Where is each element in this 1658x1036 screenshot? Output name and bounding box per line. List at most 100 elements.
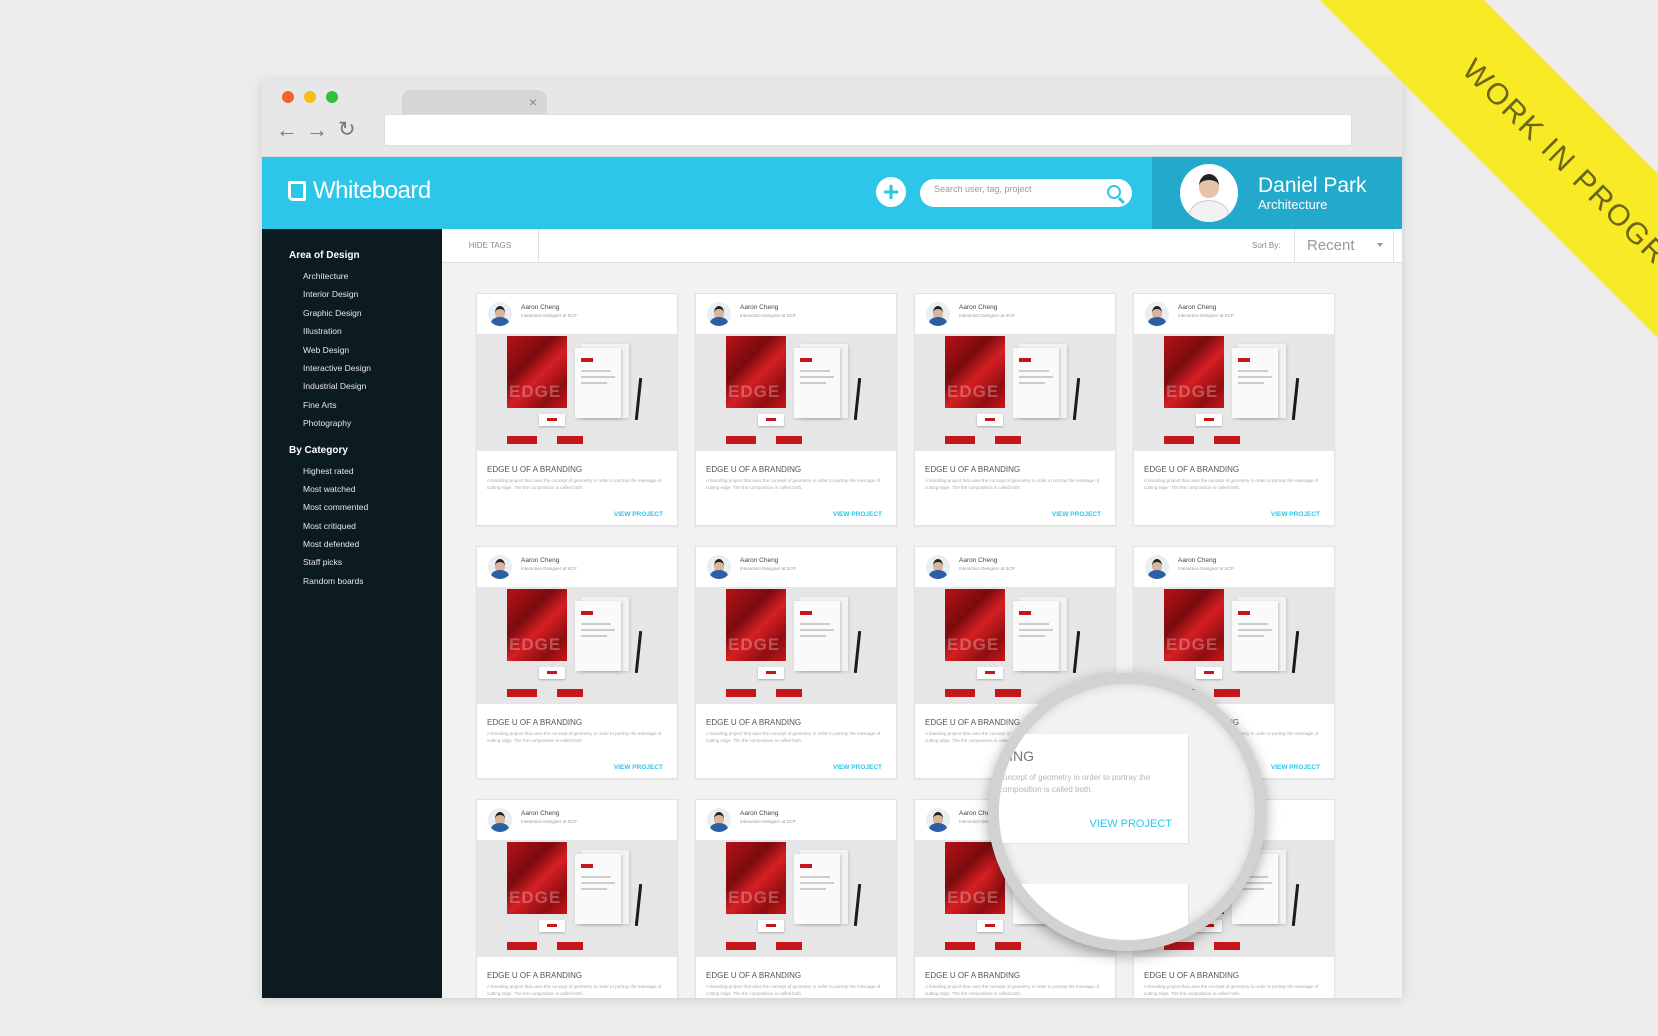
card-author[interactable]: Aaron Cheng xyxy=(959,557,997,564)
brand-stripe xyxy=(726,436,836,444)
card-title[interactable]: EDGE U OF A BRANDING xyxy=(925,465,1020,474)
view-project-link[interactable]: VIEW PROJECT xyxy=(1052,511,1101,518)
author-avatar[interactable] xyxy=(1145,302,1169,326)
author-avatar[interactable] xyxy=(926,555,950,579)
card-title[interactable]: EDGE U OF A BRANDING xyxy=(487,718,582,727)
card-title[interactable]: EDGE U OF A BRANDING xyxy=(925,718,1020,727)
card-author[interactable]: Aaron Cheng xyxy=(740,304,778,311)
close-window-button[interactable] xyxy=(282,91,294,103)
project-thumbnail[interactable]: EDGE xyxy=(696,334,896,451)
reload-icon[interactable]: ↻ xyxy=(338,118,356,142)
view-project-link[interactable]: VIEW PROJECT xyxy=(614,511,663,518)
view-project-link[interactable]: VIEW PROJECT xyxy=(1271,764,1320,771)
card-title[interactable]: EDGE U OF A BRANDING xyxy=(706,465,801,474)
project-card[interactable]: Aaron Cheng Interaction Designer at SCP ED… xyxy=(1133,293,1335,526)
card-author[interactable]: Aaron Cheng xyxy=(740,557,778,564)
card-author[interactable]: Aaron Cheng xyxy=(521,810,559,817)
sidebar-item-architecture[interactable]: Architecture xyxy=(303,267,442,285)
search-input[interactable] xyxy=(934,184,1094,194)
view-project-link[interactable]: VIEW PROJECT xyxy=(1271,511,1320,518)
sidebar-item-highest-rated[interactable]: Highest rated xyxy=(303,462,442,480)
author-avatar[interactable] xyxy=(707,302,731,326)
card-author[interactable]: Aaron Cheng xyxy=(1178,304,1216,311)
project-thumbnail[interactable]: EDGE xyxy=(1134,334,1334,451)
letterhead-front xyxy=(794,854,840,924)
poster-image: EDGE xyxy=(507,589,567,661)
view-project-link[interactable]: VIEW PROJECT xyxy=(614,764,663,771)
author-avatar[interactable] xyxy=(707,808,731,832)
author-avatar[interactable] xyxy=(1145,555,1169,579)
project-card[interactable]: Aaron Cheng Interaction Designer at SCP ED… xyxy=(914,293,1116,526)
project-thumbnail[interactable]: EDGE xyxy=(477,334,677,451)
sidebar-item-most-watched[interactable]: Most watched xyxy=(303,480,442,498)
search-box[interactable] xyxy=(920,179,1132,207)
project-card[interactable]: Aaron Cheng Interaction Designer at SCP ED… xyxy=(476,546,678,779)
sidebar-item-fine-arts[interactable]: Fine Arts xyxy=(303,396,442,414)
letterhead-line xyxy=(581,376,615,378)
card-author[interactable]: Aaron Cheng xyxy=(1178,557,1216,564)
sidebar-item-graphic-design[interactable]: Graphic Design xyxy=(303,304,442,322)
maximize-window-button[interactable] xyxy=(326,91,338,103)
sidebar-item-staff-picks[interactable]: Staff picks xyxy=(303,553,442,571)
card-author-role: Interaction Designer at SCP xyxy=(521,819,577,824)
letterhead-front xyxy=(1013,601,1059,671)
project-thumbnail[interactable]: EDGE xyxy=(477,840,677,957)
card-title[interactable]: EDGE U OF A BRANDING xyxy=(1144,971,1239,980)
card-title[interactable]: EDGE U OF A BRANDING xyxy=(706,971,801,980)
project-card[interactable]: Aaron Cheng Interaction Designer at SCP ED… xyxy=(476,293,678,526)
author-avatar[interactable] xyxy=(488,808,512,832)
forward-arrow-icon[interactable]: → xyxy=(306,118,328,142)
sort-dropdown[interactable]: Recent xyxy=(1294,229,1394,263)
card-title[interactable]: EDGE U OF A BRANDING xyxy=(925,971,1020,980)
magnified-view-project-link[interactable]: VIEW PROJECT xyxy=(1089,818,1172,830)
view-project-link[interactable]: VIEW PROJECT xyxy=(833,764,882,771)
logo[interactable]: Whiteboard xyxy=(288,177,431,205)
tab-close-icon[interactable]: × xyxy=(529,93,537,111)
author-avatar[interactable] xyxy=(926,808,950,832)
user-panel[interactable]: Daniel Park Architecture xyxy=(1152,157,1402,229)
project-thumbnail[interactable]: EDGE xyxy=(477,587,677,704)
browser-tab[interactable]: × xyxy=(402,90,547,116)
card-author[interactable]: Aaron Cheng xyxy=(959,304,997,311)
address-bar[interactable] xyxy=(384,114,1352,146)
author-avatar[interactable] xyxy=(707,555,731,579)
view-project-link[interactable]: VIEW PROJECT xyxy=(833,511,882,518)
card-description: A branding project that uses the concept… xyxy=(706,731,881,743)
sidebar-item-photography[interactable]: Photography xyxy=(303,414,442,432)
brand-stripe xyxy=(945,942,1055,950)
sidebar-item-illustration[interactable]: Illustration xyxy=(303,322,442,340)
project-card[interactable]: Aaron Cheng Interaction Designer at SCP ED… xyxy=(695,546,897,779)
card-author[interactable]: Aaron Cheng xyxy=(521,304,559,311)
sidebar-item-most-critiqued[interactable]: Most critiqued xyxy=(303,517,442,535)
add-project-button[interactable]: + xyxy=(876,177,906,207)
user-avatar[interactable] xyxy=(1180,164,1238,222)
letterhead-line xyxy=(800,623,830,625)
sidebar-item-web-design[interactable]: Web Design xyxy=(303,341,442,359)
author-avatar[interactable] xyxy=(926,302,950,326)
author-avatar[interactable] xyxy=(488,555,512,579)
project-card[interactable]: Aaron Cheng Interaction Designer at SCP ED… xyxy=(476,799,678,998)
card-title[interactable]: EDGE U OF A BRANDING xyxy=(706,718,801,727)
sidebar-item-most-defended[interactable]: Most defended xyxy=(303,535,442,553)
back-arrow-icon[interactable]: ← xyxy=(276,118,298,142)
brand-stripe xyxy=(945,689,1055,697)
sidebar-item-interactive-design[interactable]: Interactive Design xyxy=(303,359,442,377)
sidebar-item-most-commented[interactable]: Most commented xyxy=(303,498,442,516)
project-thumbnail[interactable]: EDGE xyxy=(915,334,1115,451)
sidebar-item-industrial-design[interactable]: Industrial Design xyxy=(303,377,442,395)
project-card[interactable]: Aaron Cheng Interaction Designer at SCP ED… xyxy=(695,799,897,998)
minimize-window-button[interactable] xyxy=(304,91,316,103)
card-title[interactable]: EDGE U OF A BRANDING xyxy=(1144,465,1239,474)
project-thumbnail[interactable]: EDGE xyxy=(696,840,896,957)
card-author[interactable]: Aaron Cheng xyxy=(740,810,778,817)
project-card[interactable]: Aaron Cheng Interaction Designer at SCP ED… xyxy=(695,293,897,526)
card-title[interactable]: EDGE U OF A BRANDING xyxy=(487,465,582,474)
sidebar-item-random-boards[interactable]: Random boards xyxy=(303,572,442,590)
card-title[interactable]: EDGE U OF A BRANDING xyxy=(487,971,582,980)
search-icon[interactable] xyxy=(1107,185,1121,199)
card-author[interactable]: Aaron Cheng xyxy=(521,557,559,564)
author-avatar[interactable] xyxy=(488,302,512,326)
project-thumbnail[interactable]: EDGE xyxy=(696,587,896,704)
hide-tags-button[interactable]: HIDE TAGS xyxy=(442,229,539,263)
sidebar-item-interior-design[interactable]: Interior Design xyxy=(303,285,442,303)
